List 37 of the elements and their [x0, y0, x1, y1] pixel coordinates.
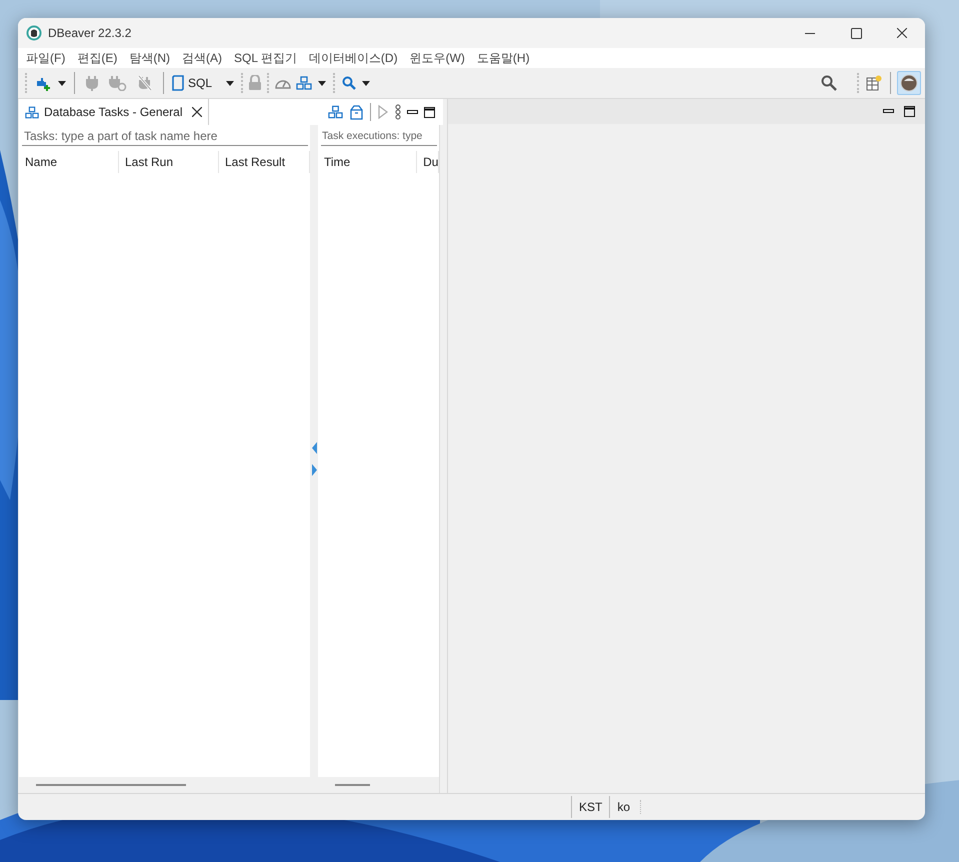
close-icon[interactable]	[192, 107, 202, 117]
maximize-icon[interactable]	[424, 106, 435, 118]
menu-item[interactable]: 탐색(N)	[123, 48, 176, 68]
sql-editor-button[interactable]: SQL	[170, 71, 214, 95]
task-group-icon[interactable]	[349, 104, 364, 120]
window-title: DBeaver 22.3.2	[48, 25, 132, 42]
script-icon	[172, 75, 184, 91]
menu-item[interactable]: 도움말(H)	[470, 48, 536, 68]
maximize-icon	[850, 28, 862, 38]
menu-item[interactable]: 파일(F)	[20, 48, 72, 68]
view-tab[interactable]: Database Tasks - General	[19, 99, 209, 125]
column-header[interactable]: Time	[318, 151, 418, 173]
column-header[interactable]: Last Run	[119, 151, 219, 173]
plug-icon	[85, 75, 99, 91]
menu-item[interactable]: SQL 편집기	[228, 48, 303, 68]
minimize-icon[interactable]	[407, 110, 418, 114]
column-header[interactable]: Name	[19, 151, 119, 173]
menu-item[interactable]: 윈도우(W)	[404, 48, 471, 68]
tasks-icon	[25, 106, 39, 118]
maximize-icon[interactable]	[904, 106, 915, 117]
more-icon[interactable]	[395, 104, 401, 120]
dbeaver-perspective-button[interactable]	[897, 71, 921, 95]
lock-icon	[248, 75, 262, 91]
tasks-icon[interactable]	[328, 105, 343, 119]
menu-item[interactable]: 데이터베이스(D)	[302, 48, 404, 68]
horizontal-scrollbar[interactable]	[36, 784, 186, 786]
close-icon	[897, 28, 907, 38]
plug-refresh-icon	[109, 75, 127, 91]
locale-label: ko	[609, 796, 637, 818]
plug-off-icon	[137, 75, 153, 91]
menu-item[interactable]: 편집(E)	[71, 48, 124, 68]
beaver-logo-icon	[26, 25, 42, 41]
minimize-icon[interactable]	[883, 109, 894, 114]
menu-item[interactable]: 검색(A)	[176, 48, 228, 68]
column-header[interactable]: Du	[417, 151, 439, 173]
timezone-label: KST	[570, 796, 610, 818]
horizontal-scrollbar[interactable]	[335, 784, 370, 786]
